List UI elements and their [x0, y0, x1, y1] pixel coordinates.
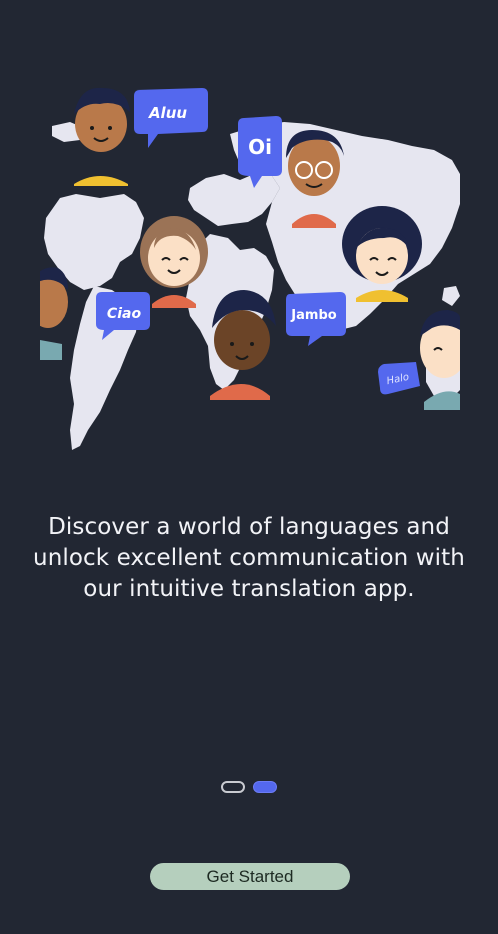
page-indicator [0, 781, 498, 793]
tagline-line-1: Discover a world of languages and [48, 514, 450, 540]
greeting-bubble-halo: Halo [378, 362, 420, 395]
tagline-line-3: our intuitive translation app. [83, 576, 415, 602]
svg-text:Jambo: Jambo [290, 308, 336, 323]
svg-text:Ciao: Ciao [107, 306, 142, 322]
svg-text:Aluu: Aluu [148, 104, 187, 122]
tagline-line-2: unlock excellent communication with [33, 545, 465, 571]
person-avatar-left-edge [40, 267, 68, 360]
page-indicator-dot-2-active[interactable] [253, 781, 277, 793]
onboarding-tagline: Discover a world of languages and unlock… [24, 512, 474, 605]
page-indicator-dot-1[interactable] [221, 781, 245, 793]
greeting-bubble-jambo: Jambo [286, 292, 346, 346]
person-avatar-topleft [74, 87, 130, 186]
get-started-button[interactable]: Get Started [150, 863, 350, 890]
greeting-bubble-aluu: Aluu [134, 88, 208, 148]
world-map-illustration: Aluu Oi Ciao Jambo Halo [40, 87, 460, 450]
person-avatar-right-edge [420, 310, 460, 410]
svg-text:Oi: Oi [248, 135, 272, 159]
